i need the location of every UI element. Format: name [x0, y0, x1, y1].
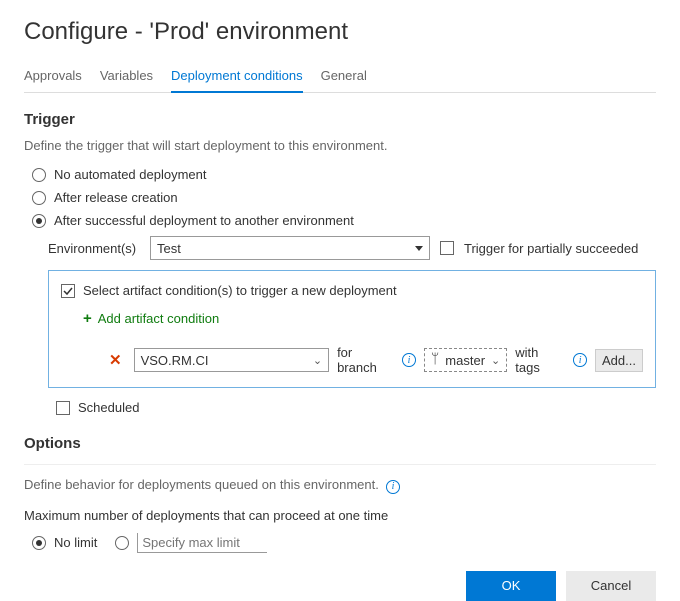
checkbox-trigger-partial[interactable] — [440, 241, 454, 255]
info-icon[interactable]: i — [402, 353, 416, 367]
radio-after-release-label: After release creation — [54, 190, 178, 205]
radio-specify-limit[interactable] — [115, 536, 129, 550]
radio-after-success-label: After successful deployment to another e… — [54, 213, 354, 228]
add-tag-button[interactable]: Add... — [595, 349, 643, 372]
select-artifact-label: Select artifact condition(s) to trigger … — [83, 283, 397, 298]
checkbox-scheduled[interactable] — [56, 401, 70, 415]
trigger-header: Trigger — [24, 111, 656, 128]
checkbox-select-artifact[interactable] — [61, 284, 75, 298]
cancel-button[interactable]: Cancel — [566, 571, 656, 601]
divider — [24, 464, 656, 465]
branch-select[interactable]: ᛘ master ⌄ — [424, 348, 507, 372]
tablist: Approvals Variables Deployment condition… — [24, 62, 656, 93]
remove-condition-button[interactable]: ✕ — [105, 351, 126, 369]
add-artifact-condition-link[interactable]: + Add artifact condition — [61, 310, 643, 327]
artifact-source-select[interactable]: VSO.RM.CI ⌄ — [134, 348, 329, 372]
caret-down-icon — [415, 246, 423, 251]
trigger-desc: Define the trigger that will start deplo… — [24, 138, 656, 153]
radio-no-automated[interactable] — [32, 168, 46, 182]
tab-variables[interactable]: Variables — [100, 62, 153, 92]
tab-general[interactable]: General — [321, 62, 367, 92]
for-branch-label: for branch — [337, 345, 394, 375]
info-icon[interactable]: i — [573, 353, 587, 367]
radio-after-release[interactable] — [32, 191, 46, 205]
max-deploy-label: Maximum number of deployments that can p… — [24, 508, 656, 523]
radio-no-limit-label: No limit — [54, 535, 97, 550]
environments-selected-value: Test — [157, 241, 181, 256]
plus-icon: + — [83, 310, 92, 327]
options-desc: Define behavior for deployments queued o… — [24, 477, 656, 494]
artifact-condition-row: ✕ VSO.RM.CI ⌄ for branch i ᛘ master ⌄ wi… — [61, 345, 643, 375]
options-desc-text: Define behavior for deployments queued o… — [24, 477, 379, 492]
specify-max-limit-input[interactable] — [137, 533, 267, 553]
branch-value: master — [445, 353, 485, 368]
artifact-condition-panel: Select artifact condition(s) to trigger … — [48, 270, 656, 388]
checkbox-trigger-partial-label: Trigger for partially succeeded — [464, 241, 638, 256]
radio-no-limit[interactable] — [32, 536, 46, 550]
info-icon[interactable]: i — [386, 480, 400, 494]
checkbox-scheduled-label: Scheduled — [78, 400, 139, 415]
environments-label: Environment(s) — [48, 241, 140, 256]
options-header: Options — [24, 435, 656, 452]
add-artifact-condition-label: Add artifact condition — [98, 311, 219, 326]
ok-button[interactable]: OK — [466, 571, 556, 601]
radio-after-success[interactable] — [32, 214, 46, 228]
branch-icon: ᛘ — [431, 352, 439, 368]
tab-approvals[interactable]: Approvals — [24, 62, 82, 92]
page-title: Configure - 'Prod' environment — [24, 18, 656, 46]
chevron-down-icon: ⌄ — [313, 354, 322, 367]
radio-no-automated-label: No automated deployment — [54, 167, 206, 182]
chevron-down-icon: ⌄ — [491, 354, 500, 367]
artifact-source-value: VSO.RM.CI — [141, 353, 209, 368]
environments-select[interactable]: Test — [150, 236, 430, 260]
with-tags-label: with tags — [515, 345, 565, 375]
tab-deployment-conditions[interactable]: Deployment conditions — [171, 62, 303, 93]
